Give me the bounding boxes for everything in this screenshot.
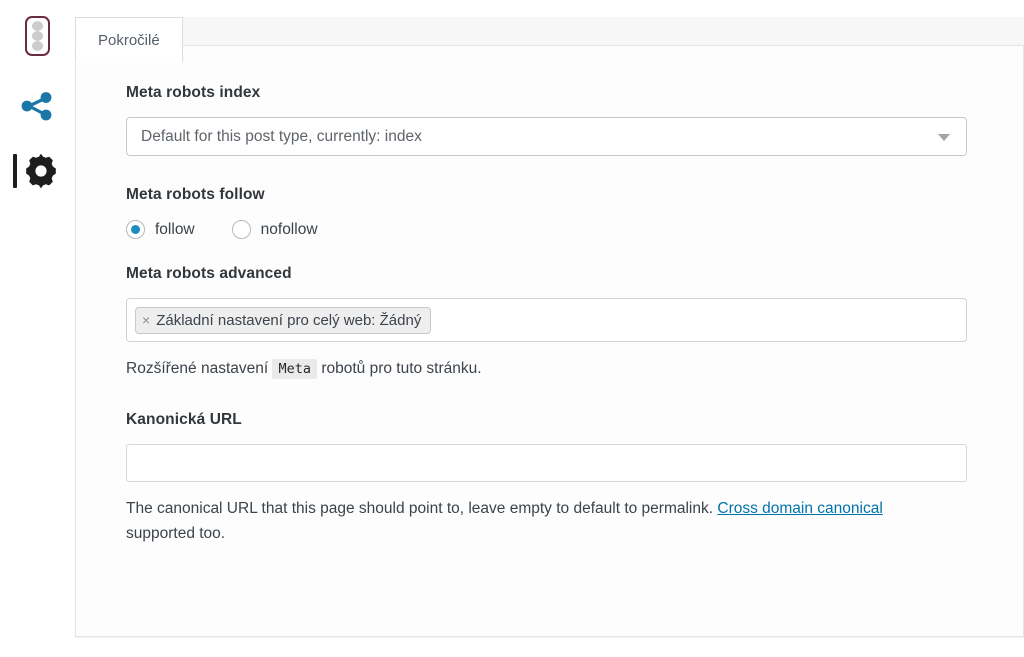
active-panel-indicator [13,154,17,188]
radio-follow-label: follow [155,220,195,238]
meta-robots-follow-label: Meta robots follow [126,186,265,203]
radio-option-nofollow[interactable]: nofollow [231,220,318,239]
token-chip-label: Základní nastavení pro celý web: Žádný [156,311,422,329]
sidebar-item-advanced[interactable] [0,143,74,199]
help-suffix: robotů pro tuto stránku. [321,360,482,377]
traffic-light-icon [24,16,50,56]
traffic-light-dot-top [31,21,43,31]
meta-robots-index-select[interactable]: Default for this post type, currently: i… [126,117,967,156]
tab-strip [75,17,1024,46]
meta-robots-index-label: Meta robots index [126,84,261,101]
share-icon [21,92,52,121]
field-meta-robots-advanced: Meta robots advanced × Základní nastaven… [126,265,973,381]
help-prefix: Rozšířené nastavení [126,360,269,377]
meta-robots-advanced-token-field[interactable]: × Základní nastavení pro celý web: Žádný [126,298,967,342]
field-meta-robots-index: Meta robots index Default for this post … [126,84,973,156]
sidebar-item-social[interactable] [0,78,74,134]
meta-robots-advanced-label: Meta robots advanced [126,265,292,282]
advanced-settings-panel: Meta robots index Default for this post … [75,45,1024,637]
field-meta-robots-follow: Meta robots follow follow nofollow [126,186,973,239]
meta-robots-follow-radio-group: follow nofollow [126,220,973,239]
traffic-light-dot-bottom [31,41,43,51]
yoast-advanced-metabox: Pokročilé Meta robots index Default for … [0,0,1024,657]
radio-option-follow[interactable]: follow [126,220,195,239]
token-chip[interactable]: × Základní nastavení pro celý web: Žádný [135,306,432,334]
radio-nofollow-label: nofollow [260,220,318,238]
gear-icon [26,153,56,189]
close-icon[interactable]: × [142,313,150,327]
cross-domain-canonical-link[interactable]: Cross domain canonical [717,500,882,517]
canonical-url-label: Kanonická URL [126,411,242,429]
radio-follow-mark[interactable] [126,220,145,239]
sidebar-icon-rail [0,0,74,657]
chevron-down-icon [938,133,950,141]
canonical-url-input[interactable] [126,444,967,483]
tab-pokrocile[interactable]: Pokročilé [75,17,183,63]
canonical-help-prefix: The canonical URL that this page should … [126,500,714,518]
tab-label: Pokročilé [98,31,160,49]
sidebar-item-seo-score[interactable] [0,8,74,64]
traffic-light-dot-middle [31,31,43,41]
gear-icon-wrapper [9,148,65,194]
field-canonical-url: Kanonická URL The canonical URL that thi… [126,411,973,546]
meta-robots-index-selected-value: Default for this post type, currently: i… [141,127,422,145]
canonical-help-suffix: supported too. [126,525,226,543]
meta-robots-advanced-help: Rozšířené nastavení Meta robotů pro tuto… [126,356,956,381]
radio-nofollow-mark[interactable] [231,220,251,239]
canonical-url-help: The canonical URL that this page should … [126,496,956,546]
help-inline-code: Meta [272,359,317,379]
